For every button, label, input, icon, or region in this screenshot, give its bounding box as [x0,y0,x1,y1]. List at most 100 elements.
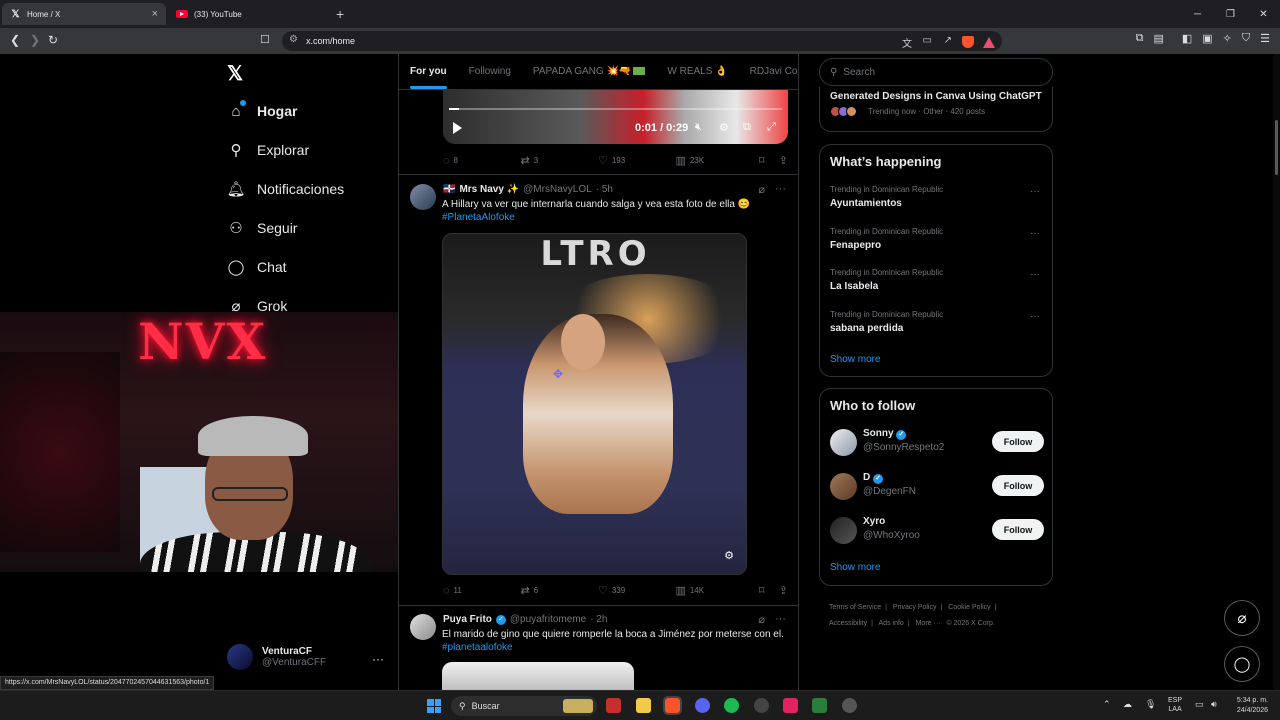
more-icon[interactable]: ··· [372,652,384,666]
hashtag-link[interactable]: #PlanetaAlofoke [442,211,792,224]
repost-button[interactable]: ⇄ 3 [520,154,597,167]
x-logo-icon[interactable]: 𝕏 [227,61,243,86]
more-icon[interactable]: ··· [1030,228,1040,239]
maximize-icon[interactable]: ❐ [1214,0,1247,28]
translate-icon[interactable]: 文 [902,35,912,50]
tab-for-you[interactable]: For you [399,66,458,89]
screenshot-icon[interactable]: ▭ [923,35,932,46]
share-post-button[interactable]: ⇪ [779,584,788,597]
site-info-icon[interactable]: ⚙ [289,34,298,45]
url-field[interactable]: ⚙ x.com/home 文 ▭ ↗ [282,31,1002,51]
footer-privacy[interactable]: Privacy Policy [893,604,937,611]
post-time[interactable]: · 2h [590,614,607,625]
post-author-handle[interactable]: @MrsNavyLOL [523,184,592,195]
brave-app-icon[interactable] [663,696,682,715]
language-indicator[interactable]: ESP LAA [1168,696,1182,714]
follow-button[interactable]: Follow [992,519,1044,540]
youtube-app-icon[interactable] [606,698,621,713]
avatar[interactable] [410,614,436,640]
reply-button[interactable]: ◌ 11 [443,585,520,597]
follow-button[interactable]: Follow [992,431,1044,452]
post-author-name[interactable]: Puya Frito [443,614,492,625]
scrollbar-thumb[interactable] [1275,120,1278,175]
avatar[interactable] [410,184,436,210]
leo-ai-icon[interactable]: ✧ [1223,32,1232,45]
show-more-link[interactable]: Show more [830,562,881,573]
discord-app-icon[interactable] [695,698,710,713]
new-tab-icon[interactable]: + [336,6,344,22]
post-image[interactable] [442,662,634,690]
footer-terms[interactable]: Terms of Service [829,604,881,611]
like-button[interactable]: ♡ 193 [598,154,675,167]
sidebar-item-explore[interactable]: ⚲ Explorar [227,141,310,159]
more-icon[interactable]: ··· [775,613,786,626]
media-settings-icon[interactable]: ⚙ [724,549,734,562]
tab-youtube[interactable]: (33) YouTube [168,3,332,25]
minimize-icon[interactable]: ─ [1181,0,1214,28]
follow-button[interactable]: Follow [992,475,1044,496]
back-icon[interactable]: ❮ [10,33,20,47]
taskbar-search[interactable]: ⚲ Buscar [451,696,597,716]
steam-app-icon[interactable] [754,698,769,713]
menu-icon[interactable]: ☰ [1260,32,1270,45]
windows-start-icon[interactable] [427,699,441,713]
more-icon[interactable]: ··· [1030,186,1040,197]
messages-fab-button[interactable]: ◯ [1224,646,1260,682]
reader-icon[interactable]: ▤ [1153,32,1163,45]
account-switcher[interactable]: VenturaCF @VenturaCFF [227,644,326,670]
grok-post-icon[interactable]: ⌀ [758,613,765,626]
post-image[interactable]: LTRO ✥ ⚙ [442,233,747,575]
sidebar-item-notifications[interactable]: 🔔︎ Notificaciones [226,180,344,198]
tab-rdjavi[interactable]: RDJavi Cor [739,66,798,77]
views-button[interactable]: ▥ 14K [675,584,758,597]
spotify-app-icon[interactable] [724,698,739,713]
follow-suggestion[interactable]: D ✓ @DegenFN Follow [830,471,1044,503]
post-author-handle[interactable]: @puyafritomeme [510,614,586,625]
post-time[interactable]: · 5h [596,184,613,195]
views-button[interactable]: ▥ 23K [675,154,758,167]
footer-accessibility[interactable]: Accessibility [829,620,867,627]
grok-fab-button[interactable]: ⌀ [1224,600,1260,636]
like-button[interactable]: ♡ 339 [598,584,675,597]
search-input[interactable]: ⚲ Search [819,58,1053,86]
tab-home-x[interactable]: 𝕏 Home / X × [2,3,166,25]
tab-papada-gang[interactable]: PAPADA GANG 💥🔫 [522,66,656,77]
sidebar-toggle-icon[interactable]: ◧ [1182,32,1192,45]
forward-icon[interactable]: ❯ [30,33,40,47]
more-icon[interactable]: ··· [775,183,786,196]
microphone-icon[interactable]: 🎙︎ [1145,699,1156,710]
settings-icon[interactable]: ⚙ [719,121,729,134]
share-post-button[interactable]: ⇪ [779,154,788,167]
play-icon[interactable] [453,122,462,134]
sidebar-item-home[interactable]: ⌂ Hogar [227,100,297,120]
more-icon[interactable]: ··· [1030,269,1040,280]
vpn-icon[interactable]: ⛉ [1242,32,1250,45]
tab-w-reals[interactable]: W REALS 👌 [656,66,738,77]
opera-app-icon[interactable] [783,698,798,713]
hashtag-link[interactable]: #planetaalofoke [442,641,792,654]
reload-icon[interactable]: ↻ [48,33,58,47]
share-icon[interactable]: ↗ [944,35,952,46]
settings-app-icon[interactable] [842,698,857,713]
repost-button[interactable]: ⇄ 6 [520,584,597,597]
onedrive-icon[interactable]: ☁ [1123,699,1132,710]
footer-ads[interactable]: Ads info [879,620,904,627]
video-progress-track[interactable] [449,108,782,110]
video-player[interactable]: 0:01 / 0:29 🔇︎ ⚙ ⧉ ⤢ [443,90,788,144]
close-tab-icon[interactable]: × [152,8,158,20]
follow-suggestion[interactable]: Sonny ✓ @SonnyRespeto2 Follow [830,427,1044,459]
fullscreen-icon[interactable]: ⤢ [767,121,776,134]
follow-suggestion[interactable]: Xyro @WhoXyroo Follow [830,515,1044,547]
trending-now-card[interactable]: Generated Designs in Canva Using ChatGPT… [819,87,1053,132]
mute-icon[interactable]: 🔇︎ [695,121,702,134]
game-app-icon[interactable] [812,698,827,713]
post-author-name[interactable]: Mrs Navy ✨ [459,184,519,195]
bookmark-post-button[interactable]: ⌑ [759,154,779,167]
tray-chevron-icon[interactable]: ⌃ [1103,699,1111,710]
sidebar-item-follow[interactable]: ⚇ Seguir [227,219,297,237]
brave-shield-icon[interactable] [962,35,974,53]
sidebar-item-chat[interactable]: ◯ Chat [227,258,287,276]
network-icon[interactable]: ▭ [1195,699,1204,710]
footer-cookies[interactable]: Cookie Policy [948,604,990,611]
pip-icon[interactable]: ⧉ [743,121,751,134]
